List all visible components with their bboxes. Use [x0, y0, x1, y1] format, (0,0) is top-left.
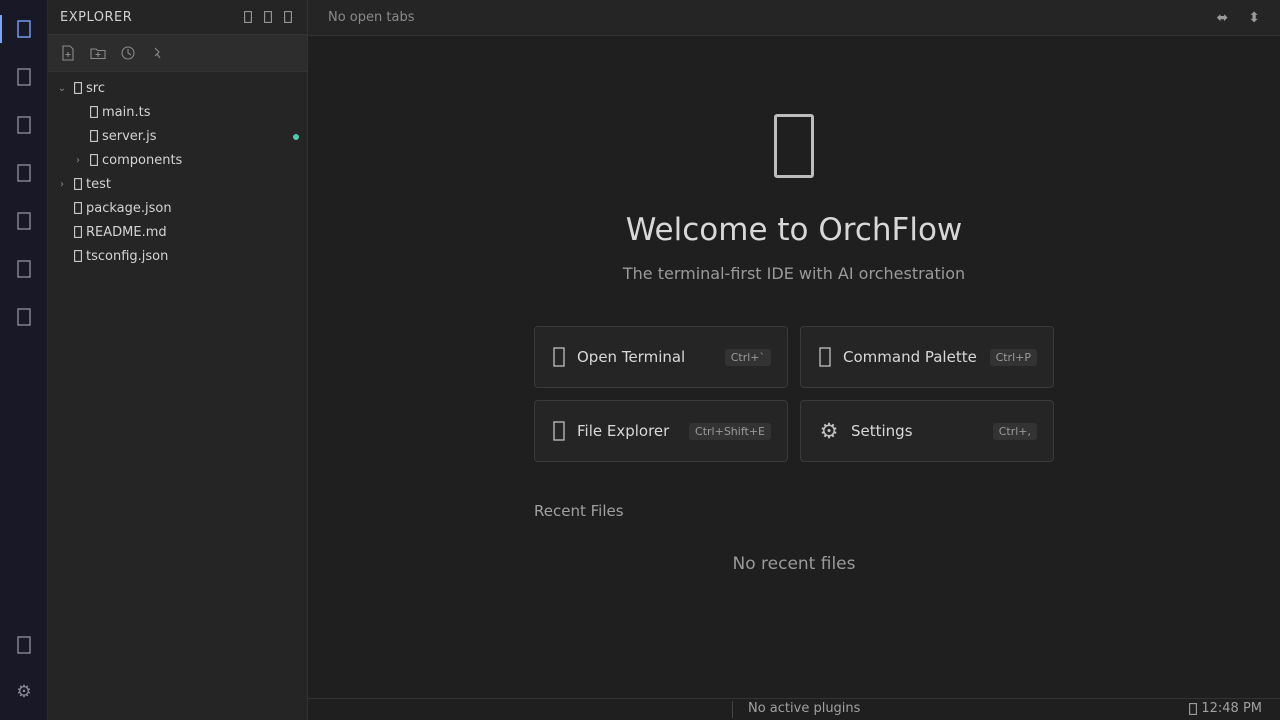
clock-icon [1189, 702, 1198, 715]
shortcut-badge: Ctrl+, [992, 422, 1037, 440]
command-palette-button[interactable]: Command Palette Ctrl+P [800, 326, 1054, 388]
ai-icon[interactable] [0, 293, 48, 341]
settings-gear-icon: ⚙ [819, 419, 839, 443]
split-horizontal-icon[interactable]: ⬌ [1217, 10, 1229, 26]
action-label: File Explorer [577, 422, 670, 440]
refresh-icon[interactable] [118, 43, 138, 63]
folder-icon [70, 176, 86, 192]
tree-folder[interactable]: › test [48, 172, 307, 196]
tree-item-label: src [86, 80, 105, 96]
activity-bar: ⚙ [0, 0, 48, 720]
folder-icon [551, 421, 567, 441]
files-icon[interactable] [0, 5, 48, 53]
tree-folder[interactable]: › components [48, 148, 307, 172]
shortcut-badge: Ctrl+P [989, 348, 1037, 366]
orchflow-logo-icon [774, 114, 814, 178]
tab-actions: ⬌ ⬍ [1217, 10, 1260, 26]
new-folder-icon[interactable] [88, 43, 108, 63]
command-icon [817, 347, 833, 367]
tree-item-label: main.ts [102, 104, 151, 120]
status-divider [732, 701, 733, 718]
file-icon [86, 104, 102, 120]
tree-item-label: server.js [102, 128, 157, 144]
explorer-sidebar: EXPLORER ⌄ src main.ts server.js › components… [48, 0, 308, 720]
folder-icon [86, 152, 102, 168]
recent-files-empty: No recent files [732, 554, 856, 574]
tree-file[interactable]: server.js [48, 124, 307, 148]
action-label: Open Terminal [577, 348, 686, 366]
tree-file[interactable]: package.json [48, 196, 307, 220]
explorer-title: EXPLORER [60, 9, 133, 25]
new-file-icon[interactable] [58, 43, 78, 63]
settings-gear-icon[interactable]: ⚙ [0, 668, 48, 716]
tree-item-label: test [86, 176, 111, 192]
action-label: Settings [851, 422, 913, 440]
recent-files-heading: Recent Files [534, 502, 624, 520]
plugins-status[interactable]: No active plugins [748, 701, 860, 716]
welcome-screen: Welcome to OrchFlow The terminal-first I… [308, 36, 1280, 698]
debug-icon[interactable] [0, 245, 48, 293]
clock: 12:48 PM [1189, 701, 1262, 716]
split-vertical-icon[interactable]: ⬍ [1248, 10, 1260, 26]
chevron-right-icon[interactable]: › [54, 179, 70, 190]
git-icon[interactable] [0, 101, 48, 149]
modified-indicator [293, 134, 299, 140]
tree-file[interactable]: tsconfig.json [48, 244, 307, 268]
new-folder-icon[interactable] [261, 10, 275, 24]
no-tabs-label: No open tabs [328, 10, 415, 25]
file-icon [70, 200, 86, 216]
search-icon[interactable] [0, 53, 48, 101]
file-icon [70, 248, 86, 264]
terminal-icon[interactable] [0, 149, 48, 197]
status-bar: No active plugins 12:48 PM [308, 698, 1280, 720]
file-icon [86, 128, 102, 144]
tree-file[interactable]: main.ts [48, 100, 307, 124]
explorer-header: EXPLORER [48, 0, 307, 35]
shortcut-badge: Ctrl+Shift+E [689, 422, 771, 440]
tree-item-label: package.json [86, 200, 172, 216]
extensions-icon[interactable] [0, 197, 48, 245]
tab-bar: No open tabs ⬌ ⬍ [308, 0, 1280, 36]
clock-time: 12:48 PM [1201, 701, 1262, 716]
tree-item-label: tsconfig.json [86, 248, 169, 264]
tree-item-label: README.md [86, 224, 167, 240]
terminal-icon [551, 347, 567, 367]
file-tree: ⌄ src main.ts server.js › components › test pack… [48, 72, 307, 268]
explorer-header-actions [241, 10, 295, 24]
action-label: Command Palette [843, 348, 977, 366]
collapse-all-icon[interactable] [281, 10, 295, 24]
file-explorer-button[interactable]: File Explorer Ctrl+Shift+E [534, 400, 788, 462]
new-file-icon[interactable] [241, 10, 255, 24]
tree-item-label: components [102, 152, 183, 168]
chevron-right-icon[interactable]: › [70, 155, 86, 166]
settings-button[interactable]: ⚙ Settings Ctrl+, [800, 400, 1054, 462]
editor-area: No open tabs ⬌ ⬍ Welcome to OrchFlow The… [308, 0, 1280, 698]
welcome-subtitle: The terminal-first IDE with AI orchestra… [622, 264, 966, 283]
tree-file[interactable]: README.md [48, 220, 307, 244]
account-icon[interactable] [0, 621, 48, 669]
tree-folder[interactable]: ⌄ src [48, 76, 307, 100]
file-icon [70, 224, 86, 240]
explorer-toolbar [48, 35, 307, 72]
chevron-down-icon[interactable]: ⌄ [54, 83, 70, 94]
shortcut-badge: Ctrl+` [724, 348, 771, 366]
welcome-title: Welcome to OrchFlow [625, 212, 963, 248]
open-terminal-button[interactable]: Open Terminal Ctrl+` [534, 326, 788, 388]
folder-icon [70, 80, 86, 96]
collapse-icon[interactable] [148, 43, 168, 63]
